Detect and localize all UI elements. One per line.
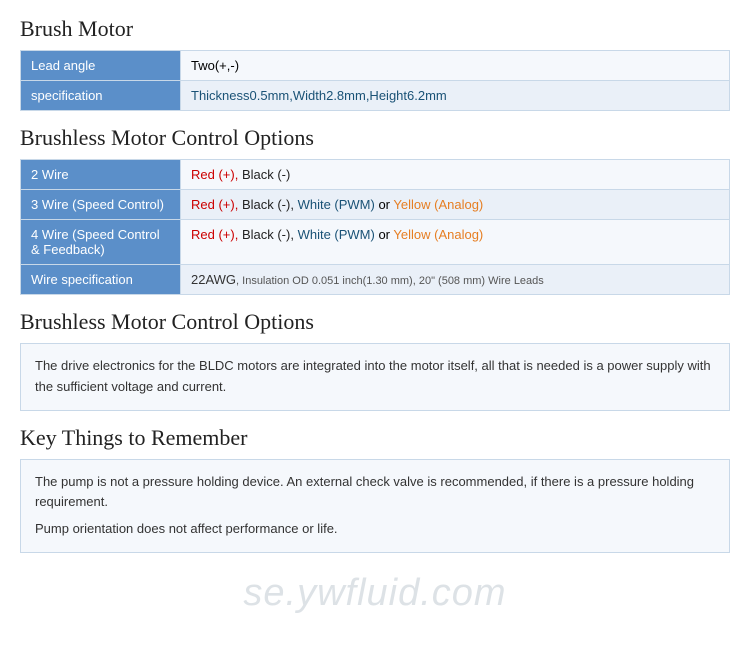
brushless-control-table: 2 Wire Red (+), Black (-) 3 Wire (Speed … bbox=[20, 159, 730, 295]
brush-motor-table: Lead angle Two(+,-) specification Thickn… bbox=[20, 50, 730, 111]
watermark: se.ywfluid.com bbox=[243, 572, 506, 615]
black-text-4wire: Black (-), bbox=[242, 227, 298, 242]
table-row: Wire specification 22AWG, Insulation OD … bbox=[21, 265, 730, 295]
table-row: 4 Wire (Speed Control & Feedback) Red (+… bbox=[21, 220, 730, 265]
blue-text-4wire: White (PWM) bbox=[298, 227, 375, 242]
label-lead-angle: Lead angle bbox=[21, 51, 181, 81]
value-lead-angle: Two(+,-) bbox=[181, 51, 730, 81]
value-3wire: Red (+), Black (-), White (PWM) or Yello… bbox=[181, 190, 730, 220]
value-4wire: Red (+), Black (-), White (PWM) or Yello… bbox=[181, 220, 730, 265]
label-2wire: 2 Wire bbox=[21, 160, 181, 190]
key-things-box: The pump is not a pressure holding devic… bbox=[20, 459, 730, 553]
brushless-desc-text: The drive electronics for the BLDC motor… bbox=[35, 356, 715, 398]
table-row: specification Thickness0.5mm,Width2.8mm,… bbox=[21, 81, 730, 111]
black-text-3wire: Black (-), bbox=[242, 197, 298, 212]
page-wrapper: Brush Motor Lead angle Two(+,-) specific… bbox=[0, 0, 750, 645]
brushless-control-title: Brushless Motor Control Options bbox=[20, 125, 730, 151]
label-wire-spec: Wire specification bbox=[21, 265, 181, 295]
red-text-2wire: Red (+), bbox=[191, 167, 242, 182]
value-wire-spec: 22AWG, Insulation OD 0.051 inch(1.30 mm)… bbox=[181, 265, 730, 295]
label-specification: specification bbox=[21, 81, 181, 111]
red-text-4wire: Red (+), bbox=[191, 227, 242, 242]
spec-text: Thickness0.5mm,Width2.8mm,Height6.2mm bbox=[191, 88, 447, 103]
black-text-2wire: Black (-) bbox=[242, 167, 290, 182]
brushless-description: The drive electronics for the BLDC motor… bbox=[20, 343, 730, 411]
label-4wire: 4 Wire (Speed Control & Feedback) bbox=[21, 220, 181, 265]
table-row: 2 Wire Red (+), Black (-) bbox=[21, 160, 730, 190]
table-row: Lead angle Two(+,-) bbox=[21, 51, 730, 81]
label-3wire: 3 Wire (Speed Control) bbox=[21, 190, 181, 220]
orange-text-4wire: Yellow (Analog) bbox=[393, 227, 483, 242]
blue-text-3wire: White (PWM) bbox=[298, 197, 375, 212]
brush-motor-title: Brush Motor bbox=[20, 16, 730, 42]
key-things-item-2: Pump orientation does not affect perform… bbox=[35, 519, 715, 540]
brushless-desc-title: Brushless Motor Control Options bbox=[20, 309, 730, 335]
value-specification: Thickness0.5mm,Width2.8mm,Height6.2mm bbox=[181, 81, 730, 111]
orange-text-3wire: Yellow (Analog) bbox=[393, 197, 483, 212]
red-text-3wire: Red (+), bbox=[191, 197, 242, 212]
table-row: 3 Wire (Speed Control) Red (+), Black (-… bbox=[21, 190, 730, 220]
key-things-item-1: The pump is not a pressure holding devic… bbox=[35, 472, 715, 514]
key-things-title: Key Things to Remember bbox=[20, 425, 730, 451]
value-2wire: Red (+), Black (-) bbox=[181, 160, 730, 190]
